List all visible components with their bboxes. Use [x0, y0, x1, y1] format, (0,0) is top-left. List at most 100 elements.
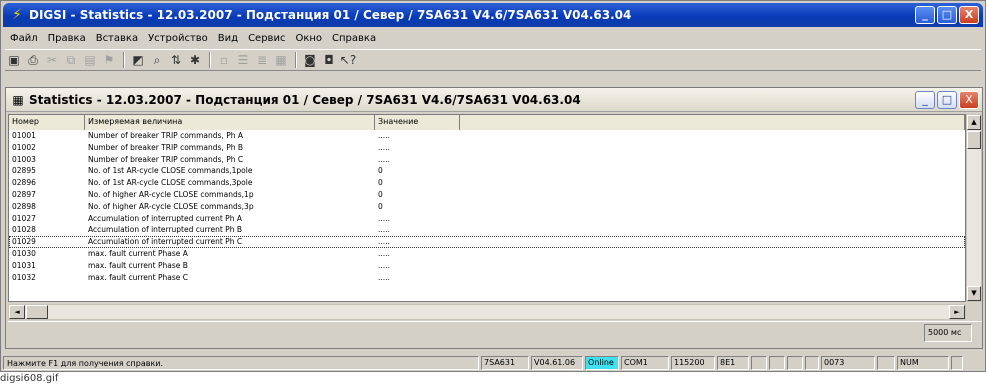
- list-icon[interactable]: ☰: [234, 51, 252, 69]
- stamp-icon[interactable]: ⚑: [100, 51, 118, 69]
- row-quantity: Accumulation of interrupted current Ph B: [88, 225, 242, 235]
- table-row[interactable]: 02897 No. of higher AR-cycle CLOSE comman…: [9, 189, 965, 201]
- print-icon[interactable]: ⎙: [24, 51, 42, 69]
- disconnect-icon[interactable]: ✱: [186, 51, 204, 69]
- row-number: 01002: [12, 142, 36, 152]
- title-bar[interactable]: ⚡ DIGSI - Statistics - 12.03.2007 - Подс…: [3, 3, 983, 27]
- vertical-scroll-thumb[interactable]: [967, 131, 981, 149]
- table-row[interactable]: 02896 No. of 1st AR-cycle CLOSE commands,…: [9, 177, 965, 189]
- toolbar-separator: [209, 52, 211, 68]
- toolbar: ▣ ⎙ ✂ ⧉ ▤ ⚑ ◩ ⌕ ⇅ ✱ ▫ ☰ ≣ ▦ ◙ ◘ ↖?: [5, 49, 981, 71]
- scroll-left-icon[interactable]: ◄: [9, 305, 25, 319]
- row-number: 01029: [12, 237, 36, 247]
- digsi-app-icon[interactable]: ⚡: [9, 7, 25, 23]
- table-row[interactable]: 01031 max. fault current Phase B.....: [9, 260, 965, 272]
- digsi-main-window: ⚡ DIGSI - Statistics - 12.03.2007 - Подс…: [0, 0, 986, 372]
- table-row[interactable]: 01030 max. fault current Phase A.....: [9, 248, 965, 260]
- row-value: 0: [378, 166, 383, 176]
- menu-edit[interactable]: Правка: [43, 33, 91, 44]
- row-quantity: No. of 1st AR-cycle CLOSE commands,1pole: [88, 166, 253, 176]
- row-value: .....: [378, 260, 390, 270]
- row-number: 01030: [12, 248, 36, 258]
- table-row[interactable]: 01029 Accumulation of interrupted current…: [9, 236, 965, 248]
- row-quantity: Number of breaker TRIP commands, Ph C: [88, 154, 244, 164]
- row-quantity: Accumulation of interrupted current Ph A: [88, 213, 242, 223]
- horizontal-scroll-thumb[interactable]: [26, 305, 48, 319]
- menu-help[interactable]: Справка: [327, 33, 381, 44]
- list-header: Номер Измеряемая величина Значение: [9, 115, 965, 130]
- sort-icon[interactable]: ⇅: [167, 51, 185, 69]
- child-close-button[interactable]: X: [959, 91, 979, 109]
- details-icon[interactable]: ≣: [253, 51, 271, 69]
- vertical-scrollbar[interactable]: ▲ ▼: [966, 114, 982, 302]
- row-empty-cell: [460, 189, 965, 201]
- menu-device[interactable]: Устройство: [143, 33, 213, 44]
- table-row[interactable]: 01027 Accumulation of interrupted current…: [9, 213, 965, 225]
- row-quantity: No. of 1st AR-cycle CLOSE commands,3pole: [88, 178, 253, 188]
- cut-icon[interactable]: ✂: [43, 51, 61, 69]
- small-icons-icon[interactable]: ▫: [215, 51, 233, 69]
- row-number: 02898: [12, 201, 36, 211]
- row-number: 02896: [12, 178, 36, 188]
- child-minimize-button[interactable]: _: [915, 91, 935, 109]
- status-pane: [787, 356, 803, 370]
- table-row[interactable]: 01002 Number of breaker TRIP commands, Ph…: [9, 142, 965, 154]
- status-pane: [805, 356, 819, 370]
- menu-window[interactable]: Окно: [290, 33, 327, 44]
- table-row[interactable]: 02895 No. of 1st AR-cycle CLOSE commands,…: [9, 165, 965, 177]
- close-button[interactable]: X: [959, 6, 979, 24]
- table-row[interactable]: 01001 Number of breaker TRIP commands, Ph…: [9, 130, 965, 142]
- row-number: 02895: [12, 166, 36, 176]
- row-value: 0: [378, 178, 383, 188]
- status-pane: 0073: [821, 356, 875, 370]
- row-empty-cell: [460, 142, 965, 154]
- row-value: .....: [378, 225, 390, 235]
- grid-icon[interactable]: ▦: [272, 51, 290, 69]
- scroll-up-icon[interactable]: ▲: [967, 115, 981, 130]
- row-empty-cell: [460, 248, 965, 260]
- column-header-empty: [460, 115, 965, 130]
- table-row[interactable]: 02898 No. of higher AR-cycle CLOSE comman…: [9, 201, 965, 213]
- status-pane: NUM: [897, 356, 949, 370]
- row-number: 01003: [12, 154, 36, 164]
- minimize-button[interactable]: _: [915, 6, 935, 24]
- menu-insert[interactable]: Вставка: [91, 33, 143, 44]
- row-number: 01027: [12, 213, 36, 223]
- column-header-value[interactable]: Значение: [375, 115, 460, 130]
- paste-icon[interactable]: ▤: [81, 51, 99, 69]
- properties-icon[interactable]: ◩: [129, 51, 147, 69]
- status-help-text: Нажмите F1 для получения справки.: [3, 356, 479, 370]
- menu-file[interactable]: Файл: [5, 33, 43, 44]
- row-empty-cell: [460, 224, 965, 236]
- statistics-icon[interactable]: ▦: [10, 93, 26, 107]
- menu-view[interactable]: Вид: [213, 33, 243, 44]
- table-row[interactable]: 01003 Number of breaker TRIP commands, Ph…: [9, 154, 965, 166]
- column-header-number[interactable]: Номер: [9, 115, 85, 130]
- status-pane: 8E1: [717, 356, 749, 370]
- row-value: .....: [378, 154, 390, 164]
- child-window-title: Statistics - 12.03.2007 - Подстанция 01 …: [29, 92, 581, 107]
- column-header-quantity[interactable]: Измеряемая величина: [85, 115, 375, 130]
- table-row[interactable]: 01032 max. fault current Phase C.....: [9, 272, 965, 284]
- horizontal-scrollbar[interactable]: ◄ ►: [8, 304, 966, 320]
- divider: [8, 321, 982, 322]
- scroll-right-icon[interactable]: ►: [949, 305, 965, 319]
- status-pane: [751, 356, 767, 370]
- menu-tools[interactable]: Сервис: [243, 33, 290, 44]
- device-offline-icon[interactable]: ◘: [320, 51, 338, 69]
- status-pane: [951, 356, 963, 370]
- table-row[interactable]: 01028 Accumulation of interrupted current…: [9, 224, 965, 236]
- device-online-icon[interactable]: ◙: [301, 51, 319, 69]
- row-empty-cell: [460, 130, 965, 142]
- find-icon[interactable]: ⌕: [148, 51, 166, 69]
- child-maximize-button[interactable]: □: [937, 91, 957, 109]
- row-quantity: No. of higher AR-cycle CLOSE commands,1p: [88, 189, 254, 199]
- statistics-list[interactable]: Номер Измеряемая величина Значение 01001…: [8, 114, 966, 302]
- copy-icon[interactable]: ⧉: [62, 51, 80, 69]
- scroll-down-icon[interactable]: ▼: [967, 286, 981, 301]
- maximize-button[interactable]: □: [937, 6, 957, 24]
- child-title-bar[interactable]: ▦ Statistics - 12.03.2007 - Подстанция 0…: [6, 88, 982, 112]
- row-value: .....: [378, 237, 390, 247]
- save-icon[interactable]: ▣: [5, 51, 23, 69]
- help-pointer-icon[interactable]: ↖?: [339, 51, 357, 69]
